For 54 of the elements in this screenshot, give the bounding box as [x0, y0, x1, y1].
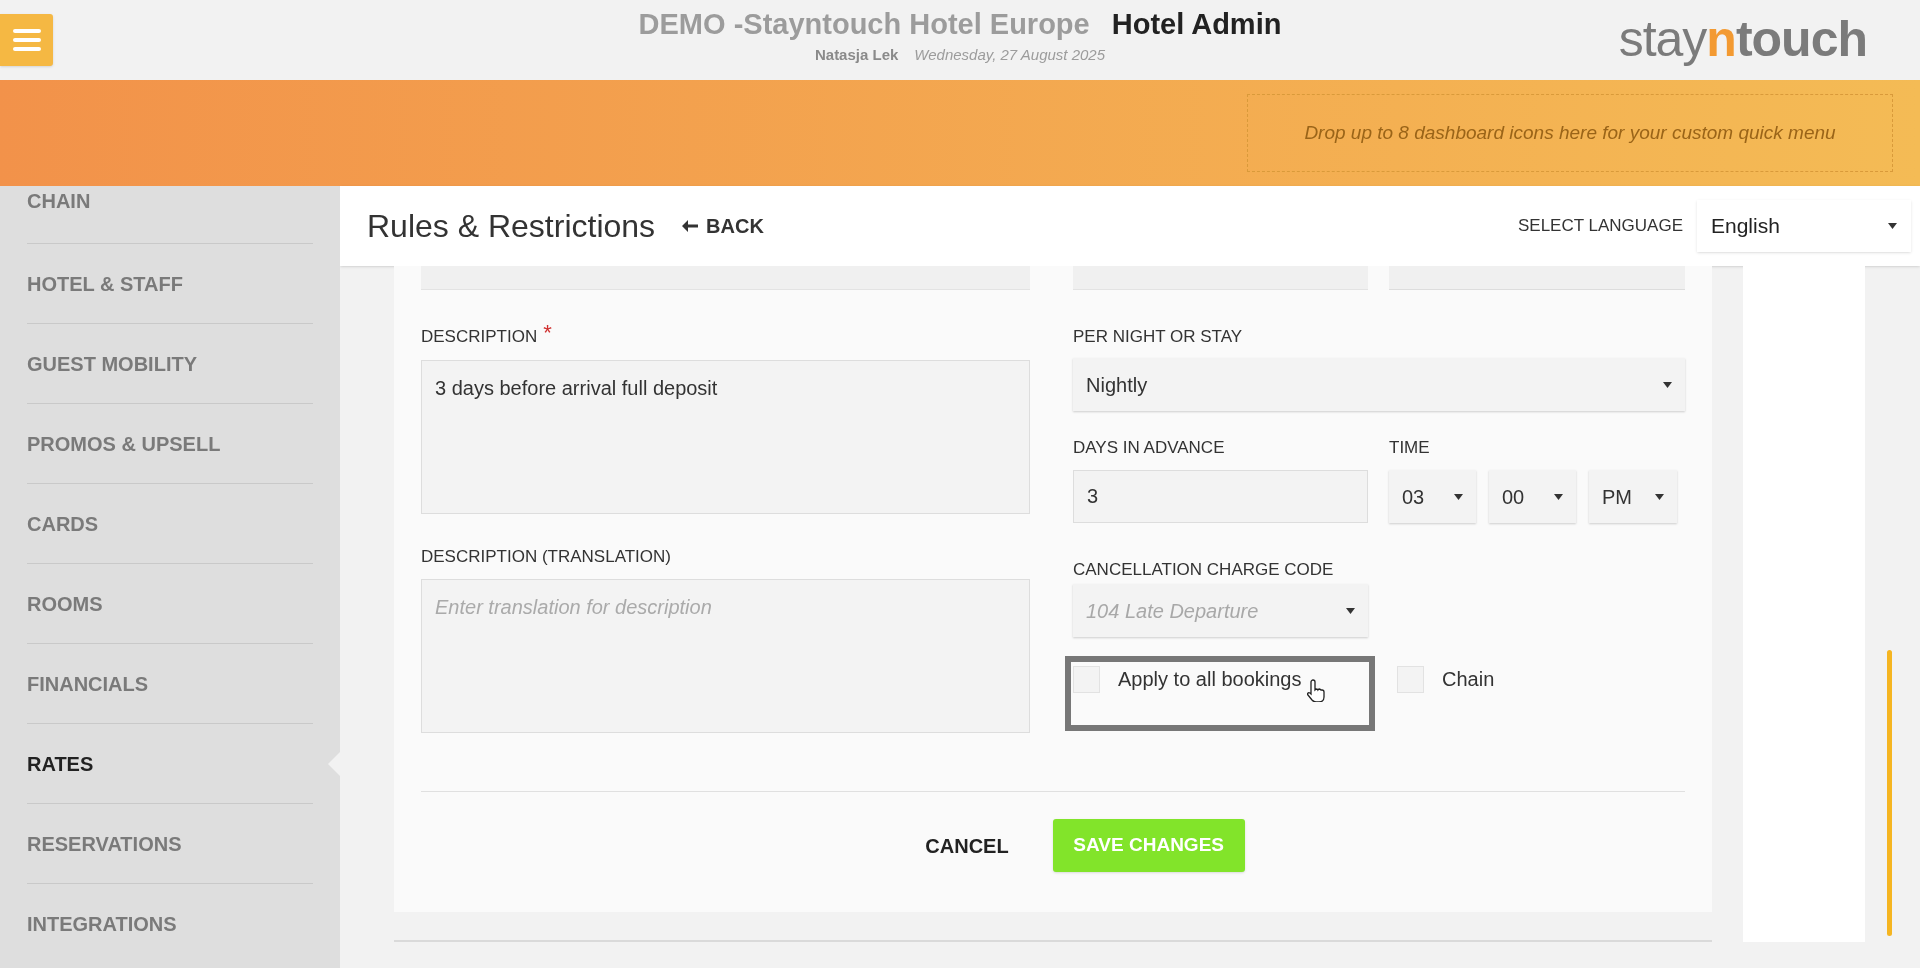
sidebar-item[interactable]: FINANCIALS: [27, 668, 149, 699]
sidebar-item[interactable]: INTEGRATIONS: [27, 908, 177, 939]
language-label: SELECT LANGUAGE: [1517, 215, 1683, 238]
per-night-select[interactable]: Nightly: [1073, 358, 1685, 411]
hotel-title: DEMO -Stayntouch Hotel Europe: [638, 10, 1090, 39]
period-select[interactable]: PM: [1589, 470, 1677, 523]
page-title: Rules & Restrictions: [367, 207, 656, 246]
checkbox-label: Chain: [1442, 667, 1495, 692]
field-label: DESCRIPTION: [421, 326, 538, 348]
required-asterisk: *: [543, 324, 552, 342]
sidebar-item[interactable]: RESERVATIONS: [27, 828, 182, 859]
days-input[interactable]: 3: [1073, 470, 1368, 523]
text-field[interactable]: [1073, 266, 1368, 290]
language-select[interactable]: English: [1697, 200, 1911, 252]
caret-icon: [1888, 223, 1897, 229]
caret-icon: [1663, 381, 1672, 388]
caret-icon: [1554, 493, 1563, 500]
checkbox[interactable]: [1073, 666, 1100, 693]
sidebar-item[interactable]: CHAIN: [27, 186, 91, 216]
text-field[interactable]: [421, 266, 1030, 290]
caret-icon: [1346, 607, 1355, 614]
caret-icon: [1454, 493, 1463, 500]
sidebar-item[interactable]: CARDS: [27, 508, 99, 539]
field-label: PER NIGHT OR STAY: [1073, 326, 1243, 348]
drop-zone-hint: Drop up to 8 dashboard icons here for your custom quick menu: [1304, 120, 1836, 145]
translation-textarea[interactable]: Enter translation for description: [421, 579, 1030, 733]
checkbox[interactable]: [1397, 666, 1424, 693]
back-link[interactable]: BACK: [682, 211, 764, 241]
hour-select[interactable]: 03: [1389, 470, 1476, 523]
minute-select[interactable]: 00: [1489, 470, 1576, 523]
stayntouch-logo: stayntouch: [1618, 14, 1867, 64]
sidebar-item[interactable]: RATES: [27, 748, 94, 779]
field-label: TIME: [1389, 437, 1430, 459]
scrollbar[interactable]: [1887, 650, 1892, 936]
cancel-button[interactable]: CANCEL: [921, 819, 1013, 872]
current-date: Wednesday, 27 August 2025: [914, 45, 1106, 65]
menu-icon: [12, 28, 41, 52]
field-label: DESCRIPTION (TRANSLATION): [421, 546, 671, 568]
field-label: DAYS IN ADVANCE: [1073, 437, 1225, 459]
left-arrow-icon: [682, 220, 699, 232]
field-label: CANCELLATION CHARGE CODE: [1073, 559, 1334, 581]
sidebar-item[interactable]: HOTEL & STAFF: [27, 268, 183, 299]
description-textarea[interactable]: 3 days before arrival full deposit: [421, 360, 1030, 514]
sidebar-item[interactable]: PROMOS & UPSELL: [27, 428, 221, 459]
menu-button[interactable]: [0, 14, 53, 66]
checkbox-label: Apply to all bookings: [1118, 667, 1302, 692]
caret-icon: [1655, 493, 1664, 500]
hand-cursor-icon: [1307, 678, 1328, 702]
sidebar-item[interactable]: GUEST MOBILITY: [27, 348, 197, 379]
save-changes-button[interactable]: SAVE CHANGES: [1052, 819, 1245, 872]
sidebar-item[interactable]: ROOMS: [27, 588, 103, 619]
user-name: Natasja Lek: [814, 45, 899, 65]
select-field[interactable]: [1389, 266, 1685, 290]
app-title: Hotel Admin: [1111, 10, 1282, 39]
